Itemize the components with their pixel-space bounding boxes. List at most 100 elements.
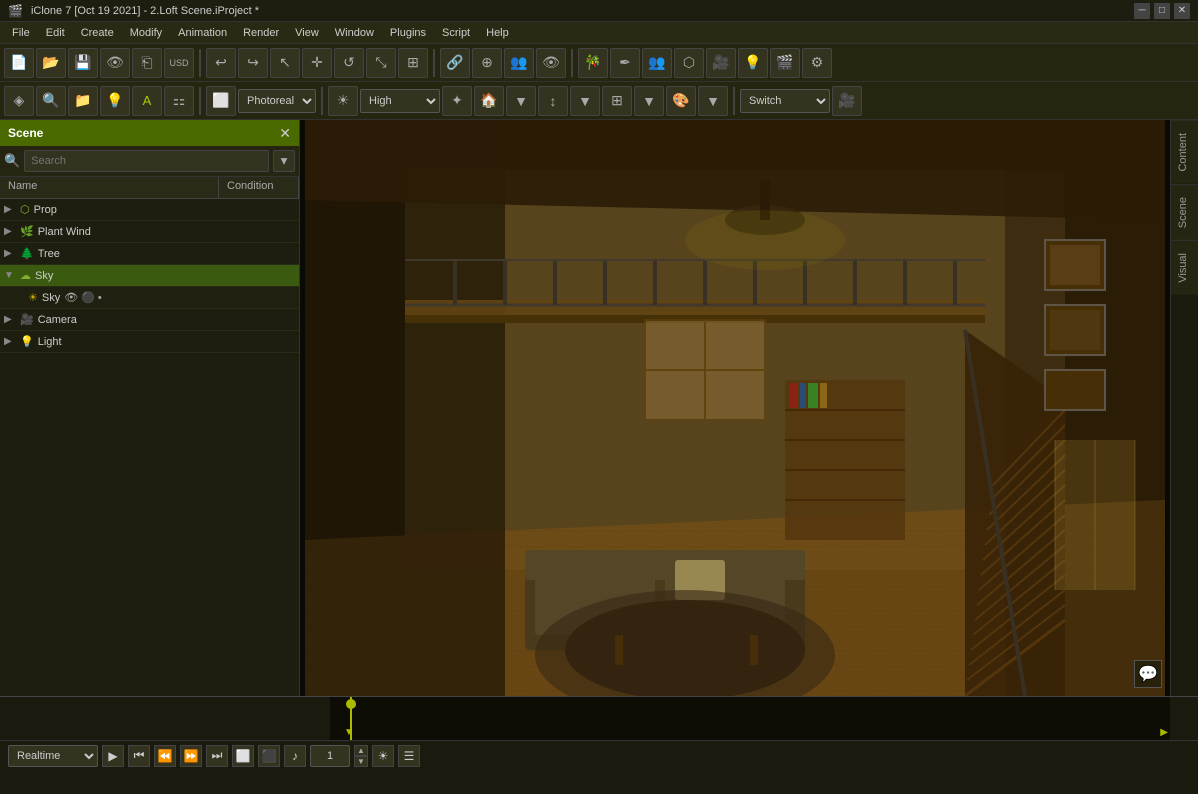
ibl-dropdown-btn[interactable]: ▼ (570, 86, 600, 116)
tree-item-plant-wind[interactable]: ▶ 🌿 Plant Wind (0, 221, 299, 243)
scene-tab[interactable]: Scene (1171, 184, 1198, 240)
sky-visibility-icon[interactable]: 👁 (64, 291, 78, 304)
viewport-chat-button[interactable]: 💬 (1134, 660, 1162, 688)
render-mode-dropdown[interactable]: Photoreal Cartoon Sketch (238, 89, 316, 113)
light-button[interactable]: 💡 (738, 48, 768, 78)
realtime-mode-dropdown[interactable]: Realtime Preview Full (8, 745, 98, 767)
menu-item-create[interactable]: Create (73, 25, 122, 41)
maximize-button[interactable]: □ (1154, 3, 1170, 19)
search-expand-button[interactable]: ▾ (273, 150, 295, 172)
prev-key-button[interactable]: ⏮ (128, 745, 150, 767)
undo-button[interactable]: ↩ (206, 48, 236, 78)
grid-dropdown-btn[interactable]: ▼ (634, 86, 664, 116)
select-button[interactable]: ↖ (270, 48, 300, 78)
audio-button[interactable]: ♪ (284, 745, 306, 767)
sky-btn[interactable]: 🏠 (474, 86, 504, 116)
frame-number-input[interactable] (310, 745, 350, 767)
post-fx-dropdown-btn[interactable]: ▼ (698, 86, 728, 116)
menu-item-file[interactable]: File (4, 25, 38, 41)
search-container: 🔍 ▾ (0, 146, 299, 177)
sky-ball-icon[interactable]: ⚫ (81, 291, 95, 304)
post-fx-btn[interactable]: 🎨 (666, 86, 696, 116)
snap-button[interactable]: ⊞ (398, 48, 428, 78)
link-button[interactable]: 🔗 (440, 48, 470, 78)
viewport-size-button[interactable]: ⬜ (206, 86, 236, 116)
caption-button[interactable]: ⬛ (258, 745, 280, 767)
render-select-button[interactable]: 📁 (68, 86, 98, 116)
sky-dropdown-btn[interactable]: ▼ (506, 86, 536, 116)
prop-button[interactable]: 🎋 (578, 48, 608, 78)
tree-item-tree[interactable]: ▶ 🌲 Tree (0, 243, 299, 265)
record-cam-btn[interactable]: 🎥 (832, 86, 862, 116)
frame-up-button[interactable]: ▲ (354, 745, 368, 756)
timeline-settings-button[interactable]: ☰ (398, 745, 420, 767)
search-input[interactable] (24, 150, 269, 172)
tree-item-camera[interactable]: ▶ 🎥 Camera (0, 309, 299, 331)
prop-icon: ⬡ (20, 203, 30, 216)
close-button[interactable]: ✕ (1174, 3, 1190, 19)
grid-btn[interactable]: ⚏ (164, 86, 194, 116)
menu-item-view[interactable]: View (287, 25, 327, 41)
play-button[interactable]: ▶ (102, 745, 124, 767)
sun-light-btn[interactable]: ✦ (442, 86, 472, 116)
render-settings-button[interactable]: ◈ (4, 86, 34, 116)
separator3 (571, 49, 573, 77)
sun-effect-button[interactable]: ☀ (372, 745, 394, 767)
people-button[interactable]: 👥 (642, 48, 672, 78)
name-column-header: Name (0, 177, 219, 198)
sep-t2-2 (321, 87, 323, 115)
lighting-btn[interactable]: ☀ (328, 86, 358, 116)
menu-item-script[interactable]: Script (434, 25, 478, 41)
lights-btn[interactable]: 💡 (100, 86, 130, 116)
rotate-button[interactable]: ↺ (334, 48, 364, 78)
animation-button[interactable]: 🎬 (770, 48, 800, 78)
group-button[interactable]: 👥 (504, 48, 534, 78)
copy-link-button[interactable]: ⊕ (472, 48, 502, 78)
a-btn[interactable]: A (132, 86, 162, 116)
menu-item-plugins[interactable]: Plugins (382, 25, 434, 41)
menu-item-render[interactable]: Render (235, 25, 287, 41)
scene-panel-close-button[interactable]: ✕ (279, 125, 291, 142)
menu-item-modify[interactable]: Modify (122, 25, 170, 41)
grid-btn2[interactable]: ⊞ (602, 86, 632, 116)
quality-dropdown[interactable]: High Medium Low Ultra (360, 89, 440, 113)
usd-button[interactable]: USD (164, 48, 194, 78)
open-file-button[interactable]: 📂 (36, 48, 66, 78)
condition-column-header: Condition (219, 177, 299, 198)
tree-item-prop[interactable]: ▶ ⬡ Prop (0, 199, 299, 221)
frame-down-button[interactable]: ▼ (354, 756, 368, 767)
visual-preview-button[interactable]: 👁 (100, 48, 130, 78)
visual-tab[interactable]: Visual (1171, 240, 1198, 295)
menu-item-animation[interactable]: Animation (170, 25, 235, 41)
sky-more-icon[interactable]: • (98, 292, 102, 304)
content-tab[interactable]: Content (1171, 120, 1198, 184)
switch-dropdown[interactable]: Switch Camera 1 Camera 2 (740, 89, 830, 113)
forward-button[interactable]: ⏩ (180, 745, 202, 767)
new-file-button[interactable]: 📄 (4, 48, 34, 78)
next-key-button[interactable]: ⏭ (206, 745, 228, 767)
ibl-btn[interactable]: ↕ (538, 86, 568, 116)
camera-expand-icon: ▶ (4, 314, 16, 325)
tree-item-sky[interactable]: ▼ ☁ Sky (0, 265, 299, 287)
rewind-button[interactable]: ⏪ (154, 745, 176, 767)
view-toggle-button[interactable]: 👁 (536, 48, 566, 78)
menu-item-edit[interactable]: Edit (38, 25, 73, 41)
viewport[interactable]: 💬 (300, 120, 1170, 696)
zoom-fit-button[interactable]: 🔍 (36, 86, 66, 116)
path-button[interactable]: ⬡ (674, 48, 704, 78)
minimize-button[interactable]: ─ (1134, 3, 1150, 19)
menu-item-window[interactable]: Window (327, 25, 382, 41)
scale-button[interactable]: ⤡ (366, 48, 396, 78)
camera-button[interactable]: 🎥 (706, 48, 736, 78)
menu-item-help[interactable]: Help (478, 25, 517, 41)
record-region-button[interactable]: ⬜ (232, 745, 254, 767)
record-button[interactable]: ⚙ (802, 48, 832, 78)
save-file-button[interactable]: 💾 (68, 48, 98, 78)
tree-item-sky-child[interactable]: ☀ Sky 👁 ⚫ • (0, 287, 299, 309)
export-button[interactable]: ⎗ (132, 48, 162, 78)
tree-icon: 🌲 (20, 247, 34, 260)
tree-item-light[interactable]: ▶ 💡 Light (0, 331, 299, 353)
edit-tool-button[interactable]: ✒ (610, 48, 640, 78)
redo-button[interactable]: ↪ (238, 48, 268, 78)
move-button[interactable]: ✛ (302, 48, 332, 78)
